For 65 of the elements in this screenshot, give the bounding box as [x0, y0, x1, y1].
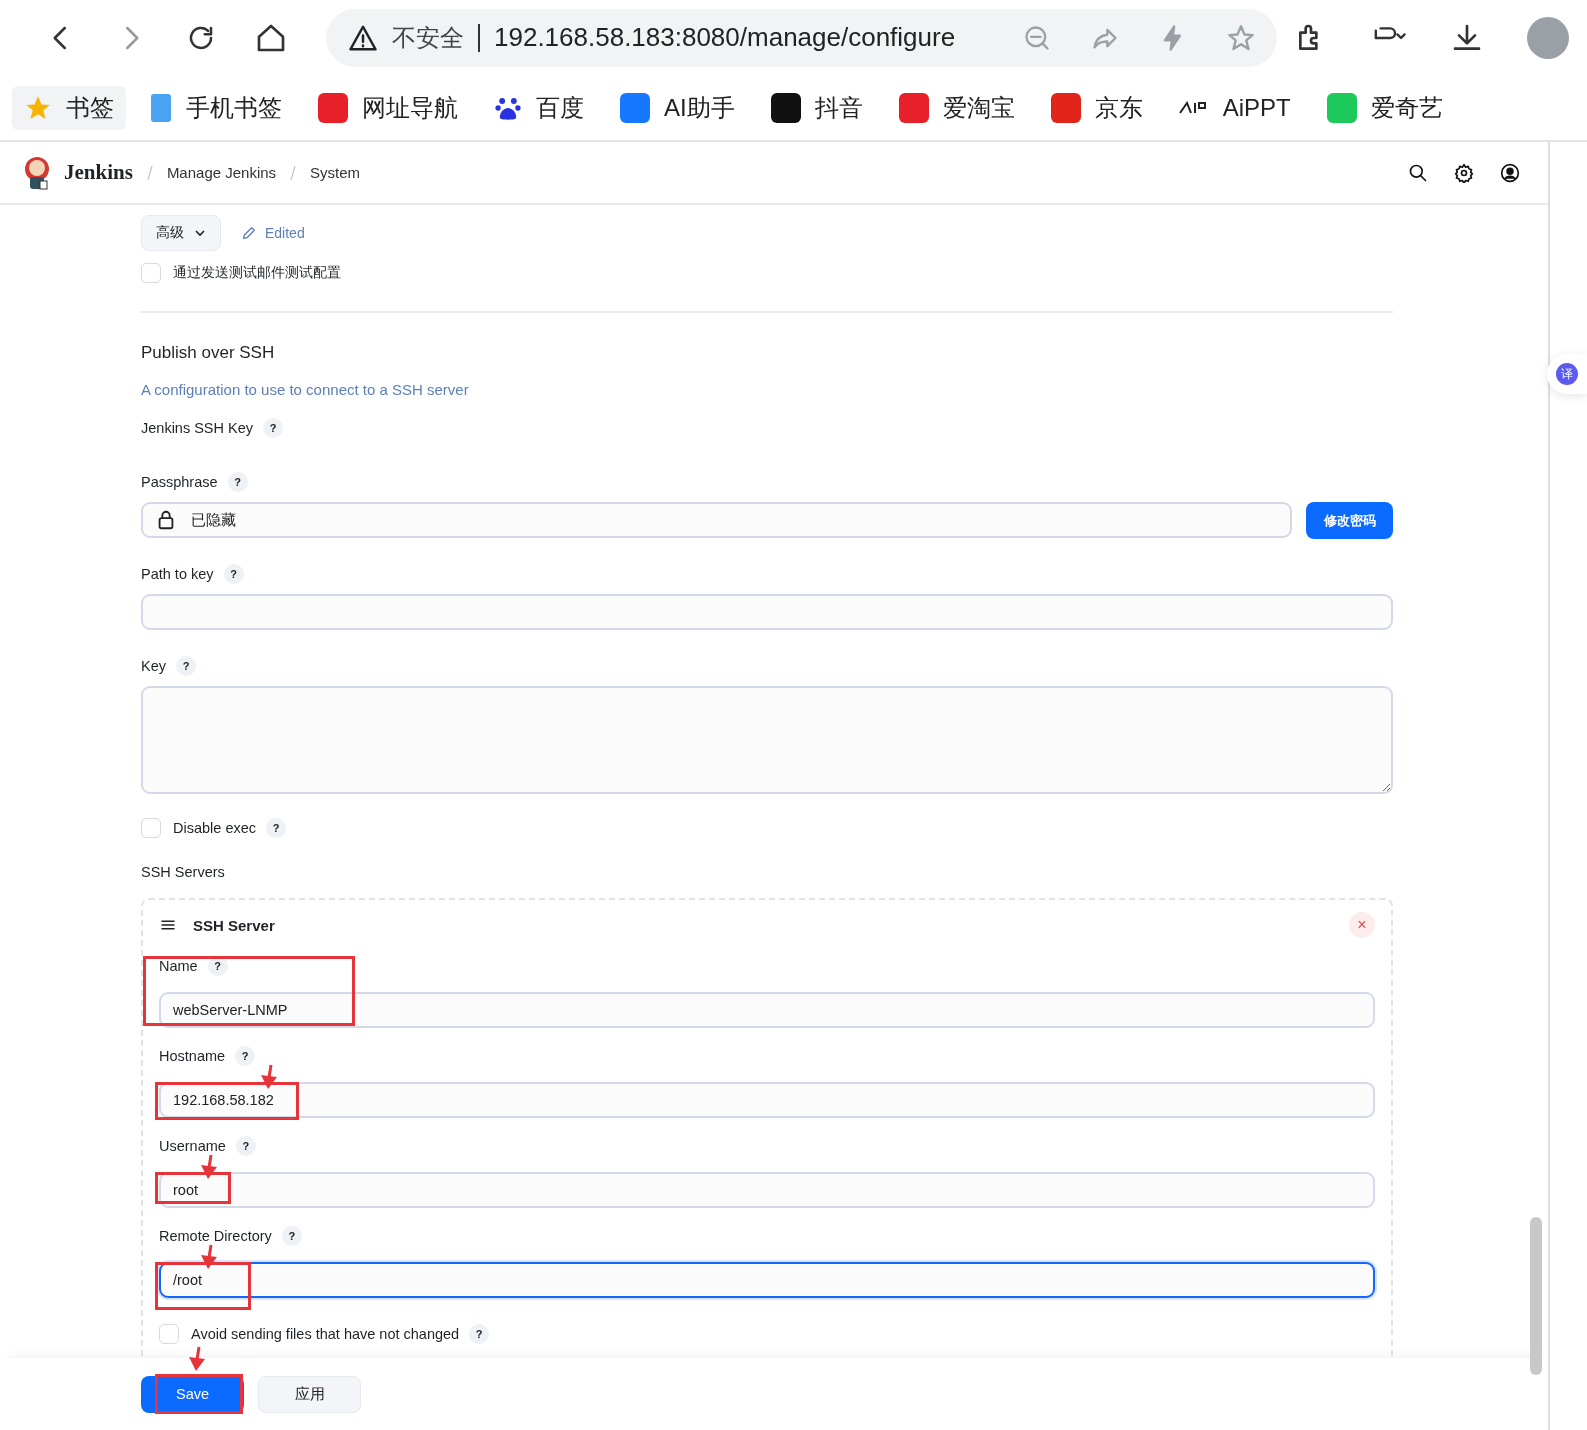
field-label: Remote Directory: [159, 1228, 272, 1245]
help-icon[interactable]: ?: [469, 1324, 490, 1345]
card-title: SSH Server: [193, 916, 275, 934]
bookmark-link[interactable]: AI助手: [664, 91, 735, 124]
bookmark-link[interactable]: 抖音: [814, 91, 863, 124]
breadcrumb-link[interactable]: System: [310, 164, 361, 182]
section-title: Publish over SSH: [141, 343, 276, 364]
zoom-out-icon[interactable]: [1023, 23, 1051, 52]
settings-icon[interactable]: [1454, 162, 1474, 183]
field-label: Path to key: [141, 566, 214, 583]
field-label: Passphrase: [141, 474, 218, 491]
field-label: Disable exec: [173, 820, 256, 837]
breadcrumb-separator: [146, 164, 153, 181]
checkbox[interactable]: [159, 1324, 179, 1345]
field-label: Name: [159, 958, 198, 975]
help-icon[interactable]: ?: [266, 818, 286, 839]
field-label: Avoid sending files that have not changed: [191, 1326, 460, 1343]
help-icon[interactable]: ?: [227, 472, 248, 493]
input-field[interactable]: webServer-LNMP: [159, 992, 1375, 1029]
checkbox-label: 通过发送测试邮件测试配置: [173, 264, 341, 283]
close-button[interactable]: ×: [1349, 912, 1375, 939]
input-field[interactable]: 192.168.58.182: [159, 1082, 1375, 1119]
star-outline-icon[interactable]: [1227, 23, 1255, 52]
brand-name[interactable]: Jenkins: [64, 160, 133, 186]
bookmark-link[interactable]: 爱奇艺: [1370, 91, 1443, 124]
section-label: SSH Servers: [141, 864, 225, 881]
help-icon[interactable]: ?: [263, 418, 284, 439]
bookmark-link[interactable]: AiPPT: [1222, 93, 1291, 122]
help-icon[interactable]: ?: [235, 1136, 256, 1157]
help-icon[interactable]: ?: [235, 1046, 256, 1067]
bookmark-link[interactable]: 手机书签: [186, 91, 282, 124]
input-field[interactable]: root: [159, 1172, 1375, 1209]
logo-icon: [22, 154, 52, 191]
field-label: Username: [159, 1138, 226, 1155]
checkbox[interactable]: [141, 818, 161, 839]
edited-label: Edited: [265, 225, 305, 242]
field-label: Hostname: [159, 1048, 226, 1065]
input-field[interactable]: [141, 594, 1393, 631]
breadcrumb-link[interactable]: Manage Jenkins: [166, 164, 277, 182]
translate-button[interactable]: 译: [1556, 363, 1578, 385]
bookmark-link[interactable]: 百度: [536, 91, 584, 124]
change-password-button[interactable]: 修改密码: [1306, 502, 1393, 540]
field-label: Jenkins SSH Key: [141, 420, 254, 437]
breadcrumb-separator: [290, 164, 297, 181]
help-icon[interactable]: ?: [281, 1226, 302, 1247]
bookmark-link[interactable]: 爱淘宝: [942, 91, 1015, 124]
input-field[interactable]: /root: [159, 1262, 1375, 1299]
bookmark-link[interactable]: 京东: [1094, 91, 1143, 124]
advanced-dropdown[interactable]: 高级: [141, 215, 221, 252]
address-bar[interactable]: 不安全 192.168.58.183:8080/manage/configure: [326, 8, 1277, 67]
help-icon[interactable]: ?: [223, 564, 244, 585]
url-text: 192.168.58.183:8080/manage/configure: [494, 22, 957, 53]
scrollbar-thumb[interactable]: [1530, 1217, 1542, 1375]
pencil-icon: [241, 225, 257, 242]
security-label: 不安全: [392, 23, 480, 52]
account-icon[interactable]: [1500, 162, 1520, 183]
apply-button[interactable]: 应用: [258, 1375, 361, 1413]
checkbox[interactable]: [141, 263, 161, 284]
profile-avatar[interactable]: [1527, 16, 1569, 59]
search-icon[interactable]: [1408, 162, 1428, 183]
bookmark-link[interactable]: 网址导航: [362, 91, 458, 124]
section-description: A configuration to use to connect to a SSH server: [141, 381, 470, 399]
passphrase-field[interactable]: 已隐藏: [141, 502, 1292, 539]
field-label: Key: [141, 658, 166, 675]
help-icon[interactable]: ?: [176, 656, 196, 677]
